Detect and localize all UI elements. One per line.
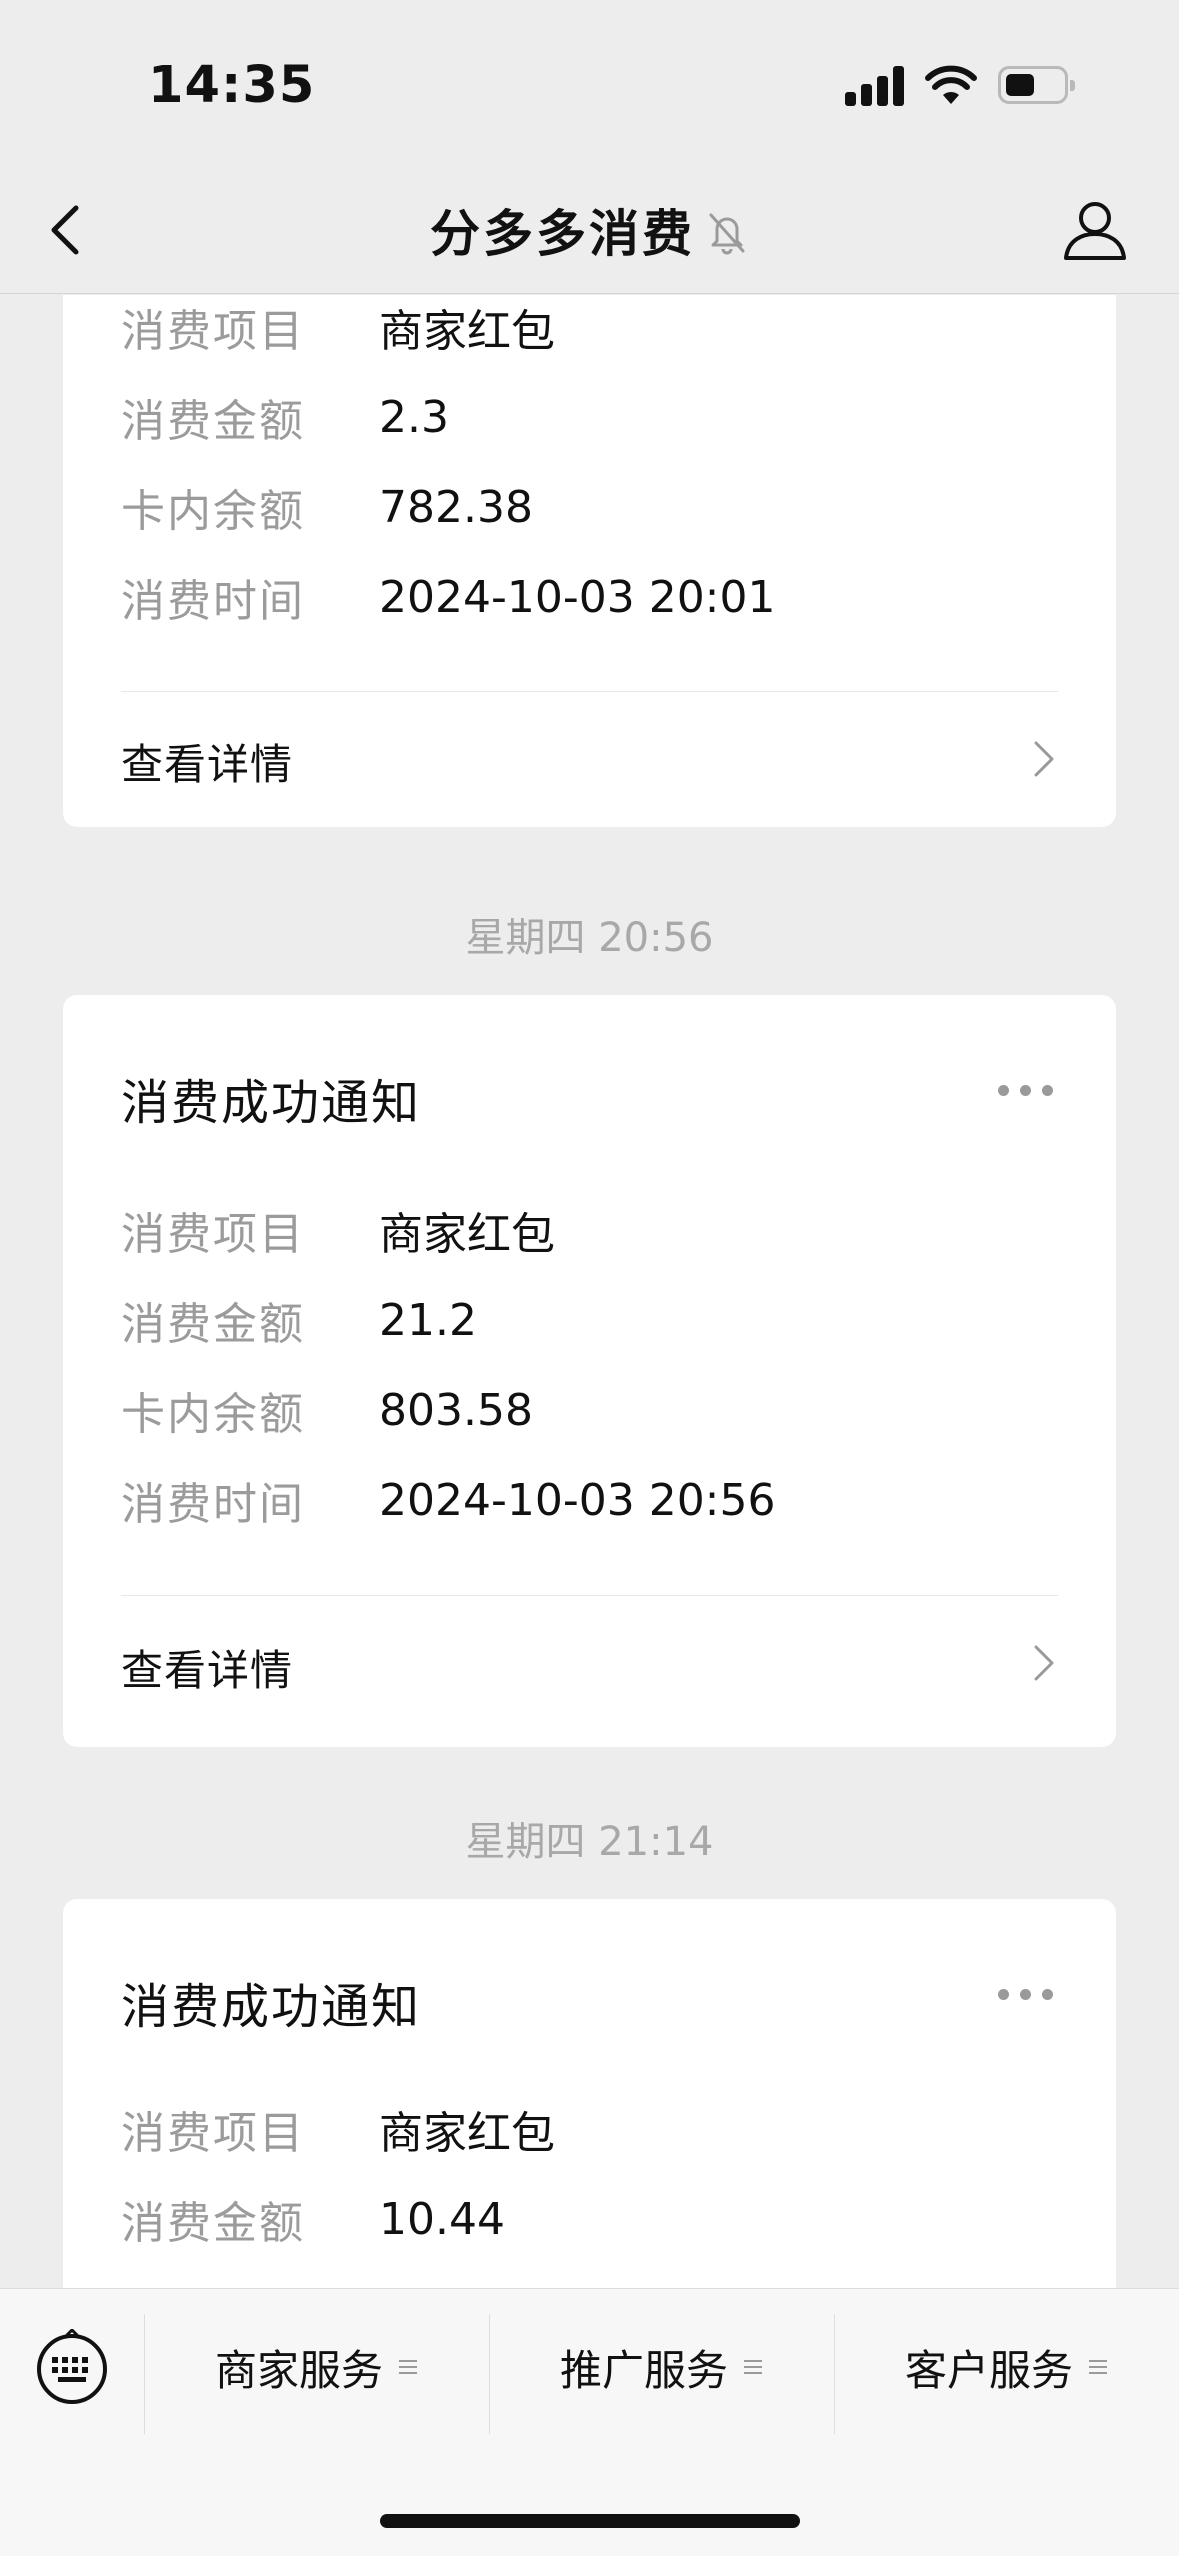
card-title: 消费成功通知 [121,1075,422,1131]
row-value: 2024-10-03 20:01 [379,571,776,623]
row-value: 21.2 [379,1294,477,1346]
keyboard-icon[interactable] [34,2329,110,2405]
row-value: 商家红包 [379,1209,555,1260]
row-label: 消费时间 [121,576,305,627]
info-row: 消费时间 2024-10-03 20:01 [121,567,776,628]
message-timestamp: 星期四 21:14 [465,1819,714,1865]
more-ellipsis-icon[interactable] [998,1085,1054,1099]
row-label: 消费项目 [121,306,305,357]
row-label: 卡内余额 [121,486,305,537]
menu-promotion-services[interactable]: 推广服务 [490,2329,834,2405]
battery-icon [998,66,1075,104]
card-title: 消费成功通知 [121,1979,422,2035]
divider [121,1595,1058,1596]
row-label: 消费金额 [121,2198,305,2249]
row-value: 803.58 [379,1384,533,1436]
profile-person-icon[interactable] [1060,194,1130,264]
row-label: 消费金额 [121,1299,305,1350]
chevron-right-icon [1034,741,1054,777]
message-list[interactable]: 消费项目 商家红包 消费金额 2.3 卡内余额 782.38 消费时间 2024… [0,295,1179,2288]
message-timestamp: 星期四 20:56 [465,915,714,961]
info-row: 消费项目 商家红包 [121,297,555,357]
menu-list-icon [1089,2357,1109,2377]
row-label: 消费项目 [121,1209,305,1260]
chevron-right-icon [1034,1645,1054,1681]
divider [121,691,1058,692]
chat-screen: 14:35 分多多消费 消费项目 商家红包 消费金额 2.3 卡内余额 782.… [0,0,1179,2556]
wifi-icon [925,65,977,104]
row-value: 2024-10-03 20:56 [379,1474,776,1526]
row-value: 2.3 [379,391,449,443]
menu-list-icon [744,2357,764,2377]
info-row: 消费金额 2.3 [121,387,449,448]
menu-list-icon [399,2357,419,2377]
page-title: 分多多消费 [430,205,695,263]
home-indicator[interactable] [380,2514,800,2528]
row-value: 商家红包 [379,306,555,357]
more-ellipsis-icon[interactable] [998,1989,1054,2003]
row-label: 卡内余额 [121,1389,305,1440]
status-bar: 14:35 [0,0,1179,170]
row-value: 商家红包 [379,2108,555,2159]
info-row: 消费时间 2024-10-03 20:56 [121,1470,776,1531]
row-value: 10.44 [379,2193,505,2245]
view-details-link[interactable]: 查看详情 [121,1637,293,1698]
info-row: 消费金额 21.2 [121,1290,477,1351]
notification-card: 消费成功通知 消费项目 商家红包 消费金额 21.2 卡内余额 803.58 消… [63,995,1116,1747]
row-label: 消费金额 [121,396,305,447]
info-row: 卡内余额 803.58 [121,1380,533,1441]
menu-item-label: 客户服务 [904,2345,1073,2395]
view-details-link[interactable]: 查看详情 [121,731,293,792]
nav-bar: 分多多消费 [0,170,1179,294]
info-row: 消费项目 商家红包 [121,1200,555,1260]
row-value: 782.38 [379,481,533,533]
info-row: 卡内余额 782.38 [121,477,533,538]
cellular-signal-icon [845,66,905,106]
menu-merchant-services[interactable]: 商家服务 [145,2329,489,2405]
menu-item-label: 推广服务 [559,2345,728,2395]
nav-title-group: 分多多消费 [0,194,1179,266]
menu-item-label: 商家服务 [214,2345,383,2395]
row-label: 消费时间 [121,1479,305,1530]
bell-slash-icon [709,213,745,255]
info-row: 消费项目 商家红包 [121,2099,555,2159]
menu-customer-services[interactable]: 客户服务 [835,2329,1179,2405]
row-label: 消费项目 [121,2108,305,2159]
status-time: 14:35 [148,56,316,115]
notification-card: 消费项目 商家红包 消费金额 2.3 卡内余额 782.38 消费时间 2024… [63,295,1116,827]
notification-card: 消费成功通知 消费项目 商家红包 消费金额 10.44 [63,1899,1116,2288]
info-row: 消费金额 10.44 [121,2189,505,2250]
